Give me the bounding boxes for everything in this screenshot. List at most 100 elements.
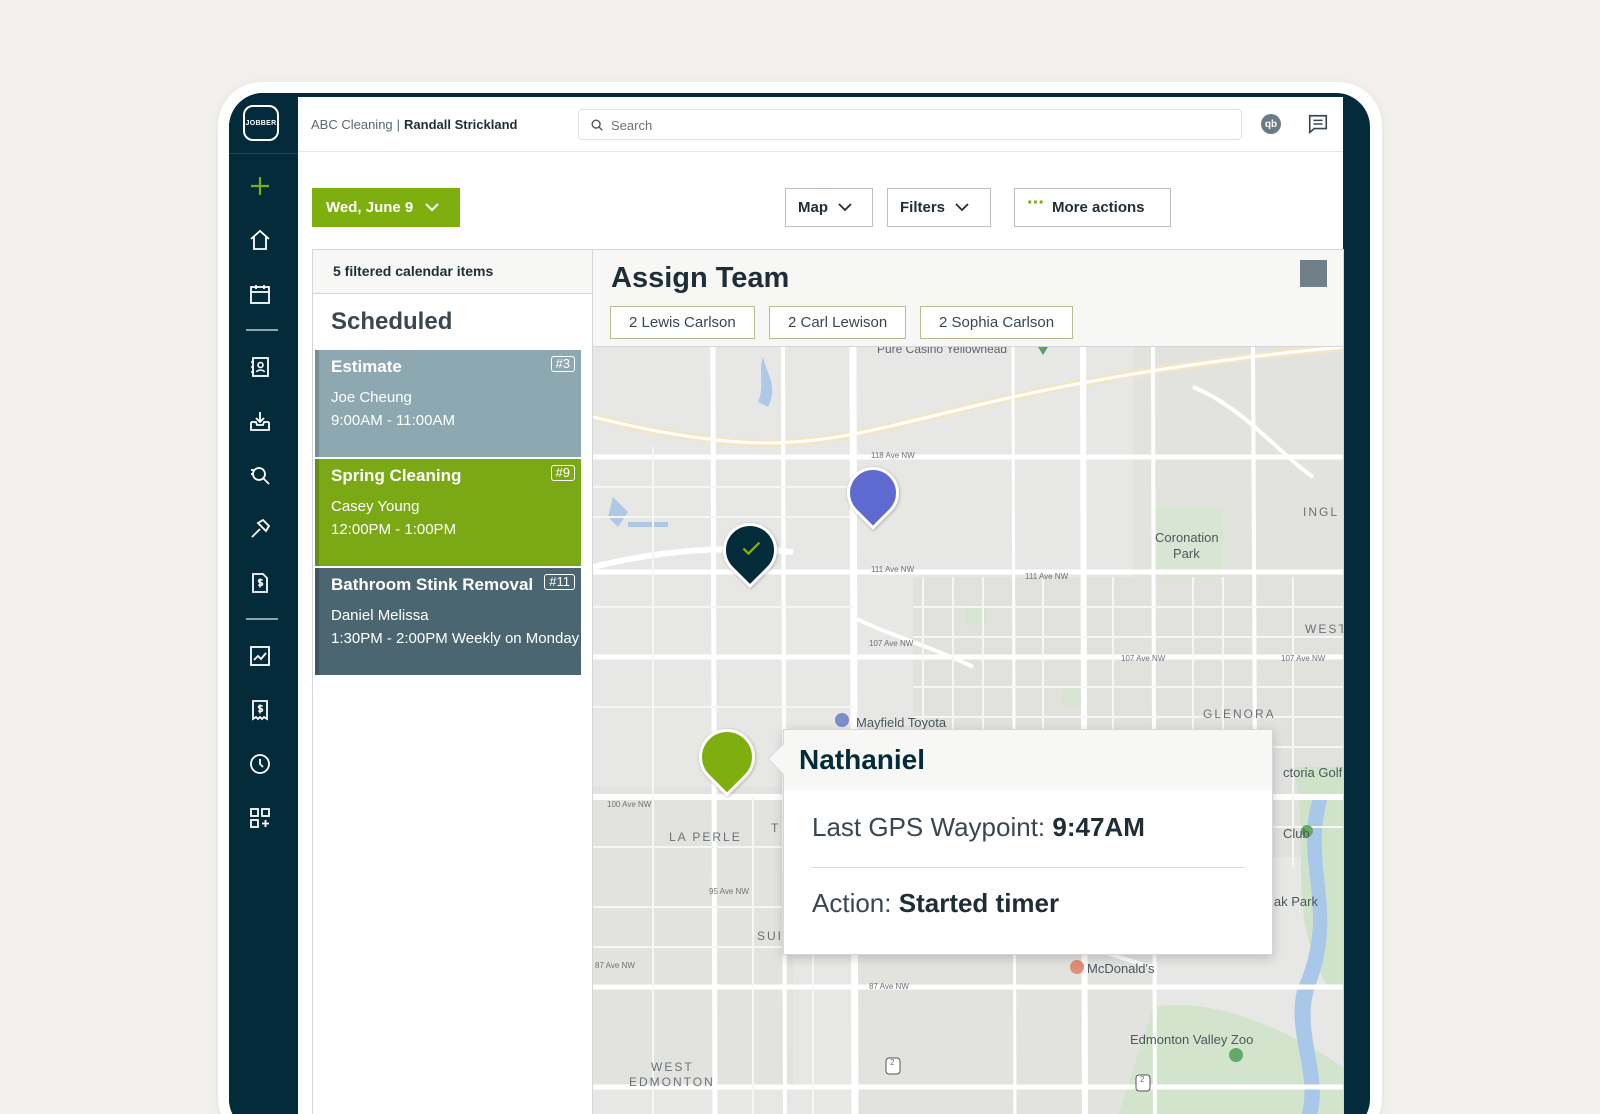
item-customer: Casey Young <box>331 498 420 515</box>
team-member-chip[interactable]: 2 Sophia Carlson <box>920 306 1074 339</box>
popup-member-name: Nathaniel <box>799 744 926 775</box>
map-label-casino: Pure Casino Yellowhead <box>877 347 1008 356</box>
map-label-la-perle: LA PERLE <box>669 830 742 844</box>
map-label-west: WEST <box>651 1060 694 1074</box>
action-value: Started timer <box>898 888 1060 918</box>
app-screen: JOBBER ABC Cleaning | Randall Strickland… <box>229 93 1370 1114</box>
map-label-glenora: GLENORA <box>1203 707 1276 721</box>
search-box[interactable] <box>578 109 1242 140</box>
item-time: 1:30PM - 2:00PM Weekly on Monday <box>331 630 580 647</box>
map-label-95-ave: 95 Ave NW <box>709 887 749 896</box>
search-icon <box>591 119 603 131</box>
view-map-dropdown[interactable]: Map <box>785 188 873 227</box>
expenses-icon[interactable] <box>246 696 274 724</box>
reports-icon[interactable] <box>246 642 274 670</box>
sidebar-separator <box>246 329 278 331</box>
breadcrumb-separator: | <box>396 117 401 132</box>
map-view[interactable]: Pure Casino Yellowhead Coronation Park I… <box>593 347 1343 1114</box>
team-member-popup: Nathaniel Last GPS Waypoint: 9:47AM Acti… <box>767 729 1273 955</box>
sidebar: JOBBER <box>229 93 298 1114</box>
sidebar-separator <box>246 618 278 620</box>
map-label-107-ave: 107 Ave NW <box>869 639 914 648</box>
list-header: 5 filtered calendar items <box>313 250 592 294</box>
map-label-107-ave-c: 107 Ave NW <box>1281 654 1326 663</box>
calendar-item-card[interactable]: Estimate #3 Joe Cheung 9:00AM - 11:00AM <box>315 350 581 457</box>
gps-label: Last GPS Waypoint: <box>812 812 1046 842</box>
requests-icon[interactable] <box>246 407 274 435</box>
more-actions-label: More actions <box>1051 199 1145 216</box>
map-label-mayfield-toyota: Mayfield Toyota <box>856 715 947 730</box>
calendar-item-card[interactable]: Bathroom Stink Removal #11 Daniel Meliss… <box>315 568 581 675</box>
account-breadcrumb: ABC Cleaning | Randall Strickland <box>311 117 517 132</box>
map-label-club: Club <box>1283 826 1310 841</box>
more-dots-icon: ··· <box>1027 192 1045 214</box>
map-label-park: Park <box>1173 546 1200 561</box>
scheduled-heading: Scheduled <box>331 308 453 335</box>
map-label-111-ave: 111 Ave NW <box>871 565 915 574</box>
item-time: 9:00AM - 11:00AM <box>331 412 455 429</box>
map-label-107-ave-b: 107 Ave NW <box>1121 654 1166 663</box>
calendar-icon[interactable] <box>246 280 274 308</box>
quotes-icon[interactable] <box>246 461 274 489</box>
timesheet-icon[interactable] <box>246 750 274 778</box>
gps-value: 9:47AM <box>1052 812 1145 842</box>
map-label-111-ave-b: 111 Ave NW <box>1025 572 1069 581</box>
panel-toggle-button[interactable] <box>1300 260 1327 287</box>
home-icon[interactable] <box>246 226 274 254</box>
main-content: ABC Cleaning|Randall Strickland qb Wed, … <box>298 97 1344 1114</box>
assign-team-title: Assign Team <box>611 262 790 294</box>
messages-icon[interactable] <box>1307 113 1329 135</box>
popup-divider <box>812 867 1244 868</box>
map-label-coronation: Coronation <box>1155 530 1219 545</box>
item-customer: Joe Cheung <box>331 389 412 406</box>
top-bar: ABC Cleaning|Randall Strickland qb <box>298 97 1343 152</box>
map-label-westmount: WEST <box>1305 622 1343 636</box>
map-label-inglewood: INGL <box>1303 505 1340 519</box>
item-customer: Daniel Melissa <box>331 607 429 624</box>
company-name[interactable]: ABC Cleaning <box>311 117 393 132</box>
map-label-100-ave: 100 Ave NW <box>607 800 652 809</box>
chevron-down-icon <box>425 203 439 212</box>
check-icon <box>742 541 761 556</box>
filters-dropdown[interactable]: Filters <box>887 188 991 227</box>
jobs-icon[interactable] <box>246 515 274 543</box>
more-actions-button[interactable]: ··· More actions <box>1014 188 1171 227</box>
item-title: Spring Cleaning <box>331 466 462 485</box>
item-number-badge: #9 <box>550 465 575 481</box>
team-member-chip[interactable]: 2 Carl Lewison <box>769 306 907 339</box>
assign-team-panel: Assign Team 2 Lewis Carlson 2 Carl Lewis… <box>592 249 1344 1114</box>
map-label-victoria-golf: ctoria Golf <box>1283 765 1343 780</box>
date-picker-button[interactable]: Wed, June 9 <box>312 188 460 227</box>
map-label-mcdonalds: McDonald's <box>1087 961 1155 976</box>
assign-team-header: Assign Team 2 Lewis Carlson 2 Carl Lewis… <box>593 250 1343 347</box>
gps-waypoint-row: Last GPS Waypoint: 9:47AM <box>812 812 1145 843</box>
map-label-t: T <box>771 821 781 835</box>
map-label-sun: SUI <box>757 929 784 943</box>
map-label-valley-zoo: Edmonton Valley Zoo <box>1130 1032 1254 1047</box>
map-label-87-ave-b: 87 Ave NW <box>869 982 909 991</box>
calendar-item-card[interactable]: Spring Cleaning #9 Casey Young 12:00PM -… <box>315 459 581 566</box>
chevron-down-icon <box>838 203 852 212</box>
map-route-2-shield: 2 <box>890 1058 895 1067</box>
popup-header: Nathaniel <box>784 730 1272 790</box>
quickbooks-icon[interactable]: qb <box>1261 114 1281 134</box>
user-name[interactable]: Randall Strickland <box>404 117 517 132</box>
invoices-icon[interactable] <box>246 569 274 597</box>
jobber-logo[interactable]: JOBBER <box>243 105 279 141</box>
item-number-badge: #11 <box>544 574 575 590</box>
team-member-chip[interactable]: 2 Lewis Carlson <box>610 306 755 339</box>
item-time: 12:00PM - 1:00PM <box>331 521 457 538</box>
apps-icon[interactable] <box>246 804 274 832</box>
calendar-list-panel: 5 filtered calendar items Scheduled Esti… <box>312 249 592 1114</box>
search-input[interactable] <box>611 115 1211 135</box>
map-label: Map <box>798 199 828 216</box>
map-label-118-ave: 118 Ave NW <box>871 451 915 460</box>
map-label-laurier-park: lak Park <box>1271 894 1318 909</box>
map-route-2-shield-b: 2 <box>1140 1075 1145 1084</box>
map-label-87-ave: 87 Ave NW <box>595 961 635 970</box>
plus-icon[interactable] <box>246 172 274 200</box>
action-row: Action: Started timer <box>812 888 1059 919</box>
contacts-icon[interactable] <box>246 353 274 381</box>
sidebar-divider <box>229 153 298 154</box>
chevron-down-icon <box>955 203 969 212</box>
